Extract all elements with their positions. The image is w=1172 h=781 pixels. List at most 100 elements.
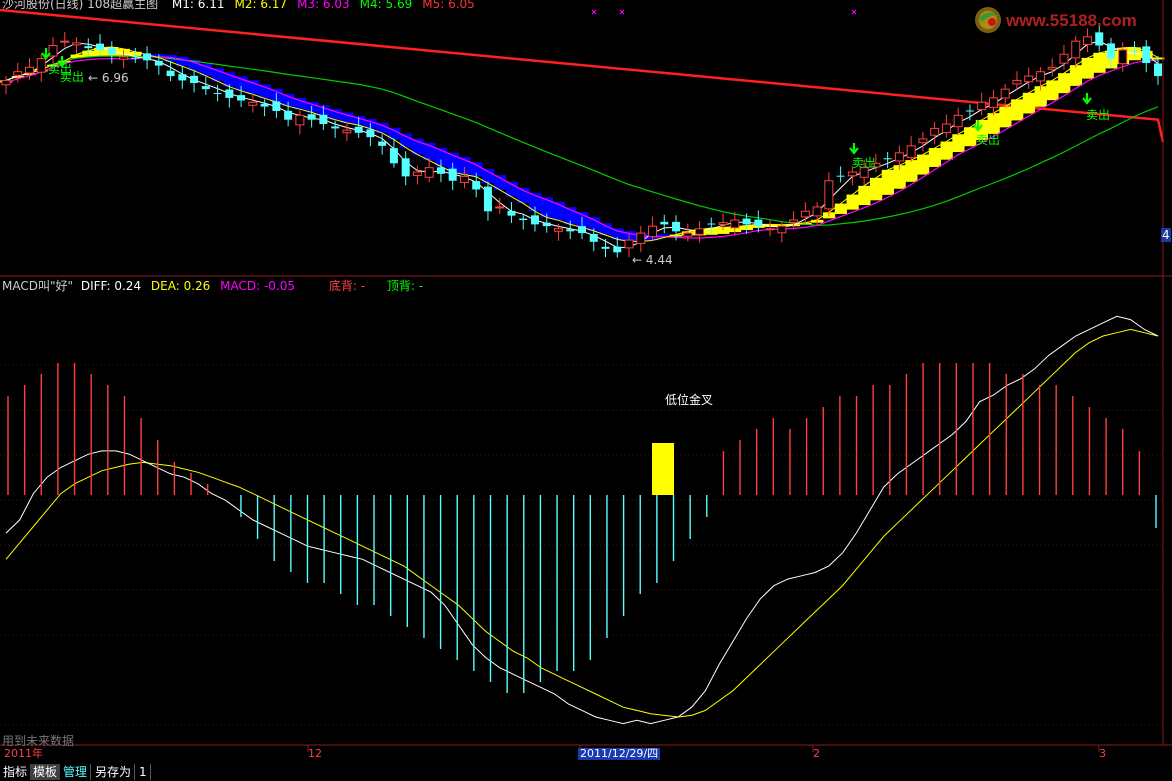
candle-body-down [566, 229, 575, 232]
candle-body-down [1154, 63, 1162, 77]
candle-body-up [683, 232, 693, 237]
candle-body-down [366, 129, 375, 138]
candle-body-up [718, 222, 728, 226]
candle-body-up [1000, 88, 1010, 99]
marker-cross [851, 9, 857, 15]
candle-body-down [1130, 50, 1139, 52]
tab-template[interactable]: 模板 [30, 764, 62, 780]
trend-band-bar [917, 154, 930, 175]
candle-body-up [424, 167, 434, 178]
candle-body-down [225, 89, 234, 98]
candle-body-up [1, 79, 11, 86]
x-label-feb: 2 [813, 748, 820, 760]
candle-body-up [812, 206, 822, 217]
candle-body-up [847, 171, 857, 177]
candle-body-down [154, 60, 163, 66]
candle-body-down [107, 47, 116, 55]
tab-page-number[interactable]: 1 [136, 764, 151, 780]
candle-body-down [578, 226, 586, 234]
tab-manage[interactable]: 管理 [60, 764, 92, 780]
x-label-text: 2 [813, 747, 820, 760]
tab-indicator[interactable]: 指标 [0, 764, 32, 780]
dea-value: DEA: 0.26 [150, 279, 211, 293]
x-label-dec: 12 [308, 748, 322, 760]
marker-cross [591, 9, 597, 15]
candle-body-up [248, 101, 258, 106]
candle-body-down [707, 223, 716, 225]
diff-line [5, 315, 1159, 725]
sell-signal-2: 卖出 [60, 70, 84, 84]
golden-cross-text: 低位金叉 [665, 393, 714, 407]
candle-body-up [1071, 40, 1081, 59]
candle-body-down [401, 158, 410, 177]
sell-label: 卖出 [976, 133, 1001, 147]
candle-body-down [530, 215, 539, 225]
bottom-divergence: 底背: - [328, 279, 366, 293]
trend-band-bar [881, 169, 895, 195]
ma-label-2: M2: 6.17 [234, 0, 288, 11]
candle-body-down [589, 234, 598, 242]
x-label-year: 2011年 [4, 748, 43, 760]
candle-body-down [307, 114, 316, 120]
x-label-text: 2011年 [4, 747, 43, 760]
candle-body-down [213, 92, 222, 94]
candle-body-down [319, 114, 328, 125]
candle-body-up [1012, 79, 1022, 85]
candle-body-up [1024, 75, 1034, 83]
candle-body-down [672, 221, 681, 232]
candle-body-down [483, 186, 492, 212]
ma-label-3: M3: 6.03 [297, 0, 350, 11]
candle-body-down [378, 141, 387, 146]
high-price-label: ← 6.96 [88, 71, 129, 85]
candle-body-up [930, 127, 940, 136]
candle-body-down [660, 221, 669, 225]
candle-body-down [1142, 46, 1151, 63]
sell-label: 卖出 [60, 70, 85, 84]
sell-arrow-icon [849, 143, 859, 155]
x-label-text: 2011/12/29/四 [580, 747, 659, 760]
candle-body-up [1118, 49, 1128, 65]
candle-body-down [84, 46, 93, 49]
candle-body-down [1106, 43, 1115, 59]
trend-band-bar [834, 203, 847, 214]
candle-body-up [342, 129, 352, 134]
candle-body-up [789, 219, 799, 223]
ma-label-5: M5: 6.05 [422, 0, 475, 11]
trend-band-bar [928, 148, 942, 167]
watermark-text: www.55188.com [1006, 11, 1137, 30]
candle-body-down [96, 43, 105, 50]
tab-save-as[interactable]: 另存为 [92, 764, 136, 780]
low-price-value: 4.44 [645, 253, 673, 267]
candle-body-down [284, 110, 293, 120]
candle-body-up [119, 56, 129, 60]
globe-icon [975, 7, 1001, 33]
candle-body-up [765, 228, 775, 231]
candle-body-up [941, 123, 951, 134]
tab-label: 1 [139, 765, 147, 779]
candle-body-down [472, 181, 481, 190]
ma-label-1: M1: 6.11 [171, 0, 225, 11]
candle-body-up [624, 239, 634, 249]
trend-band-bar [999, 106, 1012, 128]
trend-band-bar [905, 160, 918, 182]
macd-value: MACD: -0.05 [220, 279, 296, 293]
chart-canvas [0, 0, 1172, 752]
candle-body-up [918, 138, 928, 144]
tab-label: 指标 [3, 765, 28, 779]
x-label-text: 12 [308, 747, 322, 760]
candle-body-up [695, 228, 705, 235]
candle-body-up [648, 225, 658, 238]
tab-label: 模板 [33, 765, 58, 779]
candle-body-up [72, 42, 82, 46]
candle-body-up [953, 114, 963, 128]
golden-cross-annotation: 低位金叉 [665, 393, 713, 407]
top-divergence: 顶背: - [386, 279, 424, 293]
candle-body-up [824, 180, 834, 210]
candle-body-down [331, 126, 340, 129]
candle-body-down [166, 70, 175, 77]
candle-body-up [1035, 71, 1045, 82]
candle-body-up [636, 232, 646, 244]
candle-body-down [601, 246, 610, 249]
sell-arrow-icon [1082, 93, 1092, 105]
trend-band-bar [987, 113, 1000, 134]
